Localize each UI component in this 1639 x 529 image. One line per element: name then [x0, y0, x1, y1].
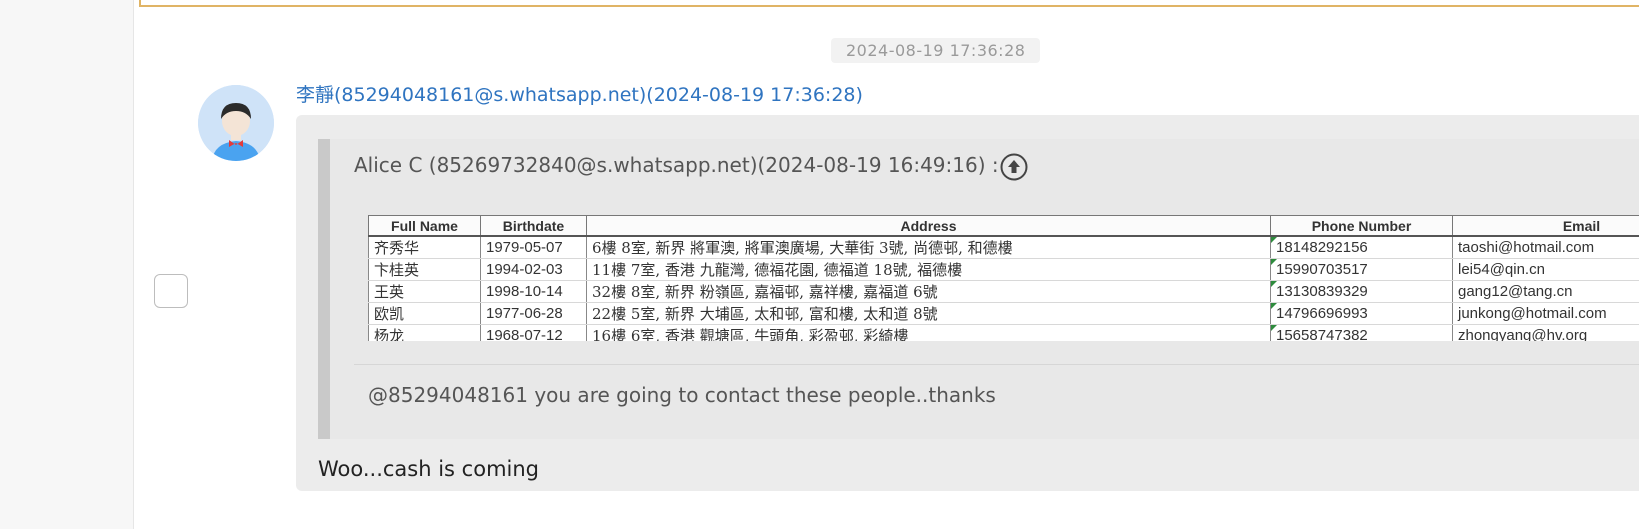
table-cell: 15990703517 [1270, 258, 1453, 281]
table-cell: 16樓 6室, 香港 觀塘區, 牛頭角, 彩盈邨, 彩綺樓 [586, 324, 1271, 341]
table-cell: 15658747382 [1270, 324, 1453, 341]
table-row: 王英 1998-10-14 32樓 8室, 新界 粉嶺區, 嘉福邨, 嘉祥樓, … [368, 280, 1639, 303]
table-cell: gang12@tang.cn [1452, 280, 1639, 303]
timestamp-divider: 2024-08-19 17:36:28 [831, 38, 1041, 63]
table-cell: 杨龙 [368, 324, 481, 341]
column-header: Phone Number [1270, 215, 1453, 237]
table-cell: 14796696993 [1270, 302, 1453, 325]
sender-avatar[interactable] [198, 85, 274, 161]
table-cell: taoshi@hotmail.com [1452, 236, 1639, 259]
table-row: 卞桂英 1994-02-03 11樓 7室, 香港 九龍灣, 德福花園, 德福道… [368, 258, 1639, 281]
table-cell: 1968-07-12 [480, 324, 587, 341]
quoted-table-image: Full Name Birthdate Address Phone Number… [368, 215, 1639, 341]
table-header-row: Full Name Birthdate Address Phone Number… [368, 215, 1639, 237]
upload-arrow-circle-icon[interactable] [1000, 153, 1028, 181]
table-cell: 6樓 8室, 新界 將軍澳, 將軍澳廣場, 大華街 3號, 尚德邨, 和德樓 [586, 236, 1271, 259]
message-text: Woo...cash is coming [318, 457, 540, 481]
table-cell: lei54@qin.cn [1452, 258, 1639, 281]
table-cell: 齐秀华 [368, 236, 481, 259]
left-gutter [0, 0, 134, 529]
table-cell: 欧凯 [368, 302, 481, 325]
table-cell: junkong@hotmail.com [1452, 302, 1639, 325]
table-row: 杨龙 1968-07-12 16樓 6室, 香港 觀塘區, 牛頭角, 彩盈邨, … [368, 324, 1639, 341]
user-avatar-icon [198, 85, 274, 161]
table-cell: 1998-10-14 [480, 280, 587, 303]
table-cell: 1994-02-03 [480, 258, 587, 281]
column-header: Full Name [368, 215, 481, 237]
table-cell: zhongyang@hv.org [1452, 324, 1639, 341]
sender-header[interactable]: 李靜(85294048161@s.whatsapp.net)(2024-08-1… [296, 80, 863, 107]
table-row: 齐秀华 1979-05-07 6樓 8室, 新界 將軍澳, 將軍澳廣場, 大華街… [368, 236, 1639, 259]
contacts-table: Full Name Birthdate Address Phone Number… [368, 215, 1639, 341]
table-cell: 1979-05-07 [480, 236, 587, 259]
message-select-checkbox[interactable] [154, 274, 188, 308]
quoted-message-header: Alice C (85269732840@s.whatsapp.net)(202… [354, 153, 999, 177]
quote-divider [354, 364, 1639, 365]
previous-message-frame [139, 0, 1639, 7]
quoted-message-text: @85294048161 you are going to contact th… [368, 383, 996, 407]
table-row: 欧凯 1977-06-28 22樓 5室, 新界 大埔區, 太和邨, 富和樓, … [368, 302, 1639, 325]
table-cell: 13130839329 [1270, 280, 1453, 303]
column-header: Email [1452, 215, 1639, 237]
column-header: Birthdate [480, 215, 587, 237]
table-cell: 18148292156 [1270, 236, 1453, 259]
table-cell: 11樓 7室, 香港 九龍灣, 德福花園, 德福道 18號, 福德樓 [586, 258, 1271, 281]
table-cell: 卞桂英 [368, 258, 481, 281]
table-cell: 22樓 5室, 新界 大埔區, 太和邨, 富和樓, 太和道 8號 [586, 302, 1271, 325]
table-cell: 1977-06-28 [480, 302, 587, 325]
table-cell: 王英 [368, 280, 481, 303]
table-cell: 32樓 8室, 新界 粉嶺區, 嘉福邨, 嘉祥樓, 嘉福道 6號 [586, 280, 1271, 303]
column-header: Address [586, 215, 1271, 237]
